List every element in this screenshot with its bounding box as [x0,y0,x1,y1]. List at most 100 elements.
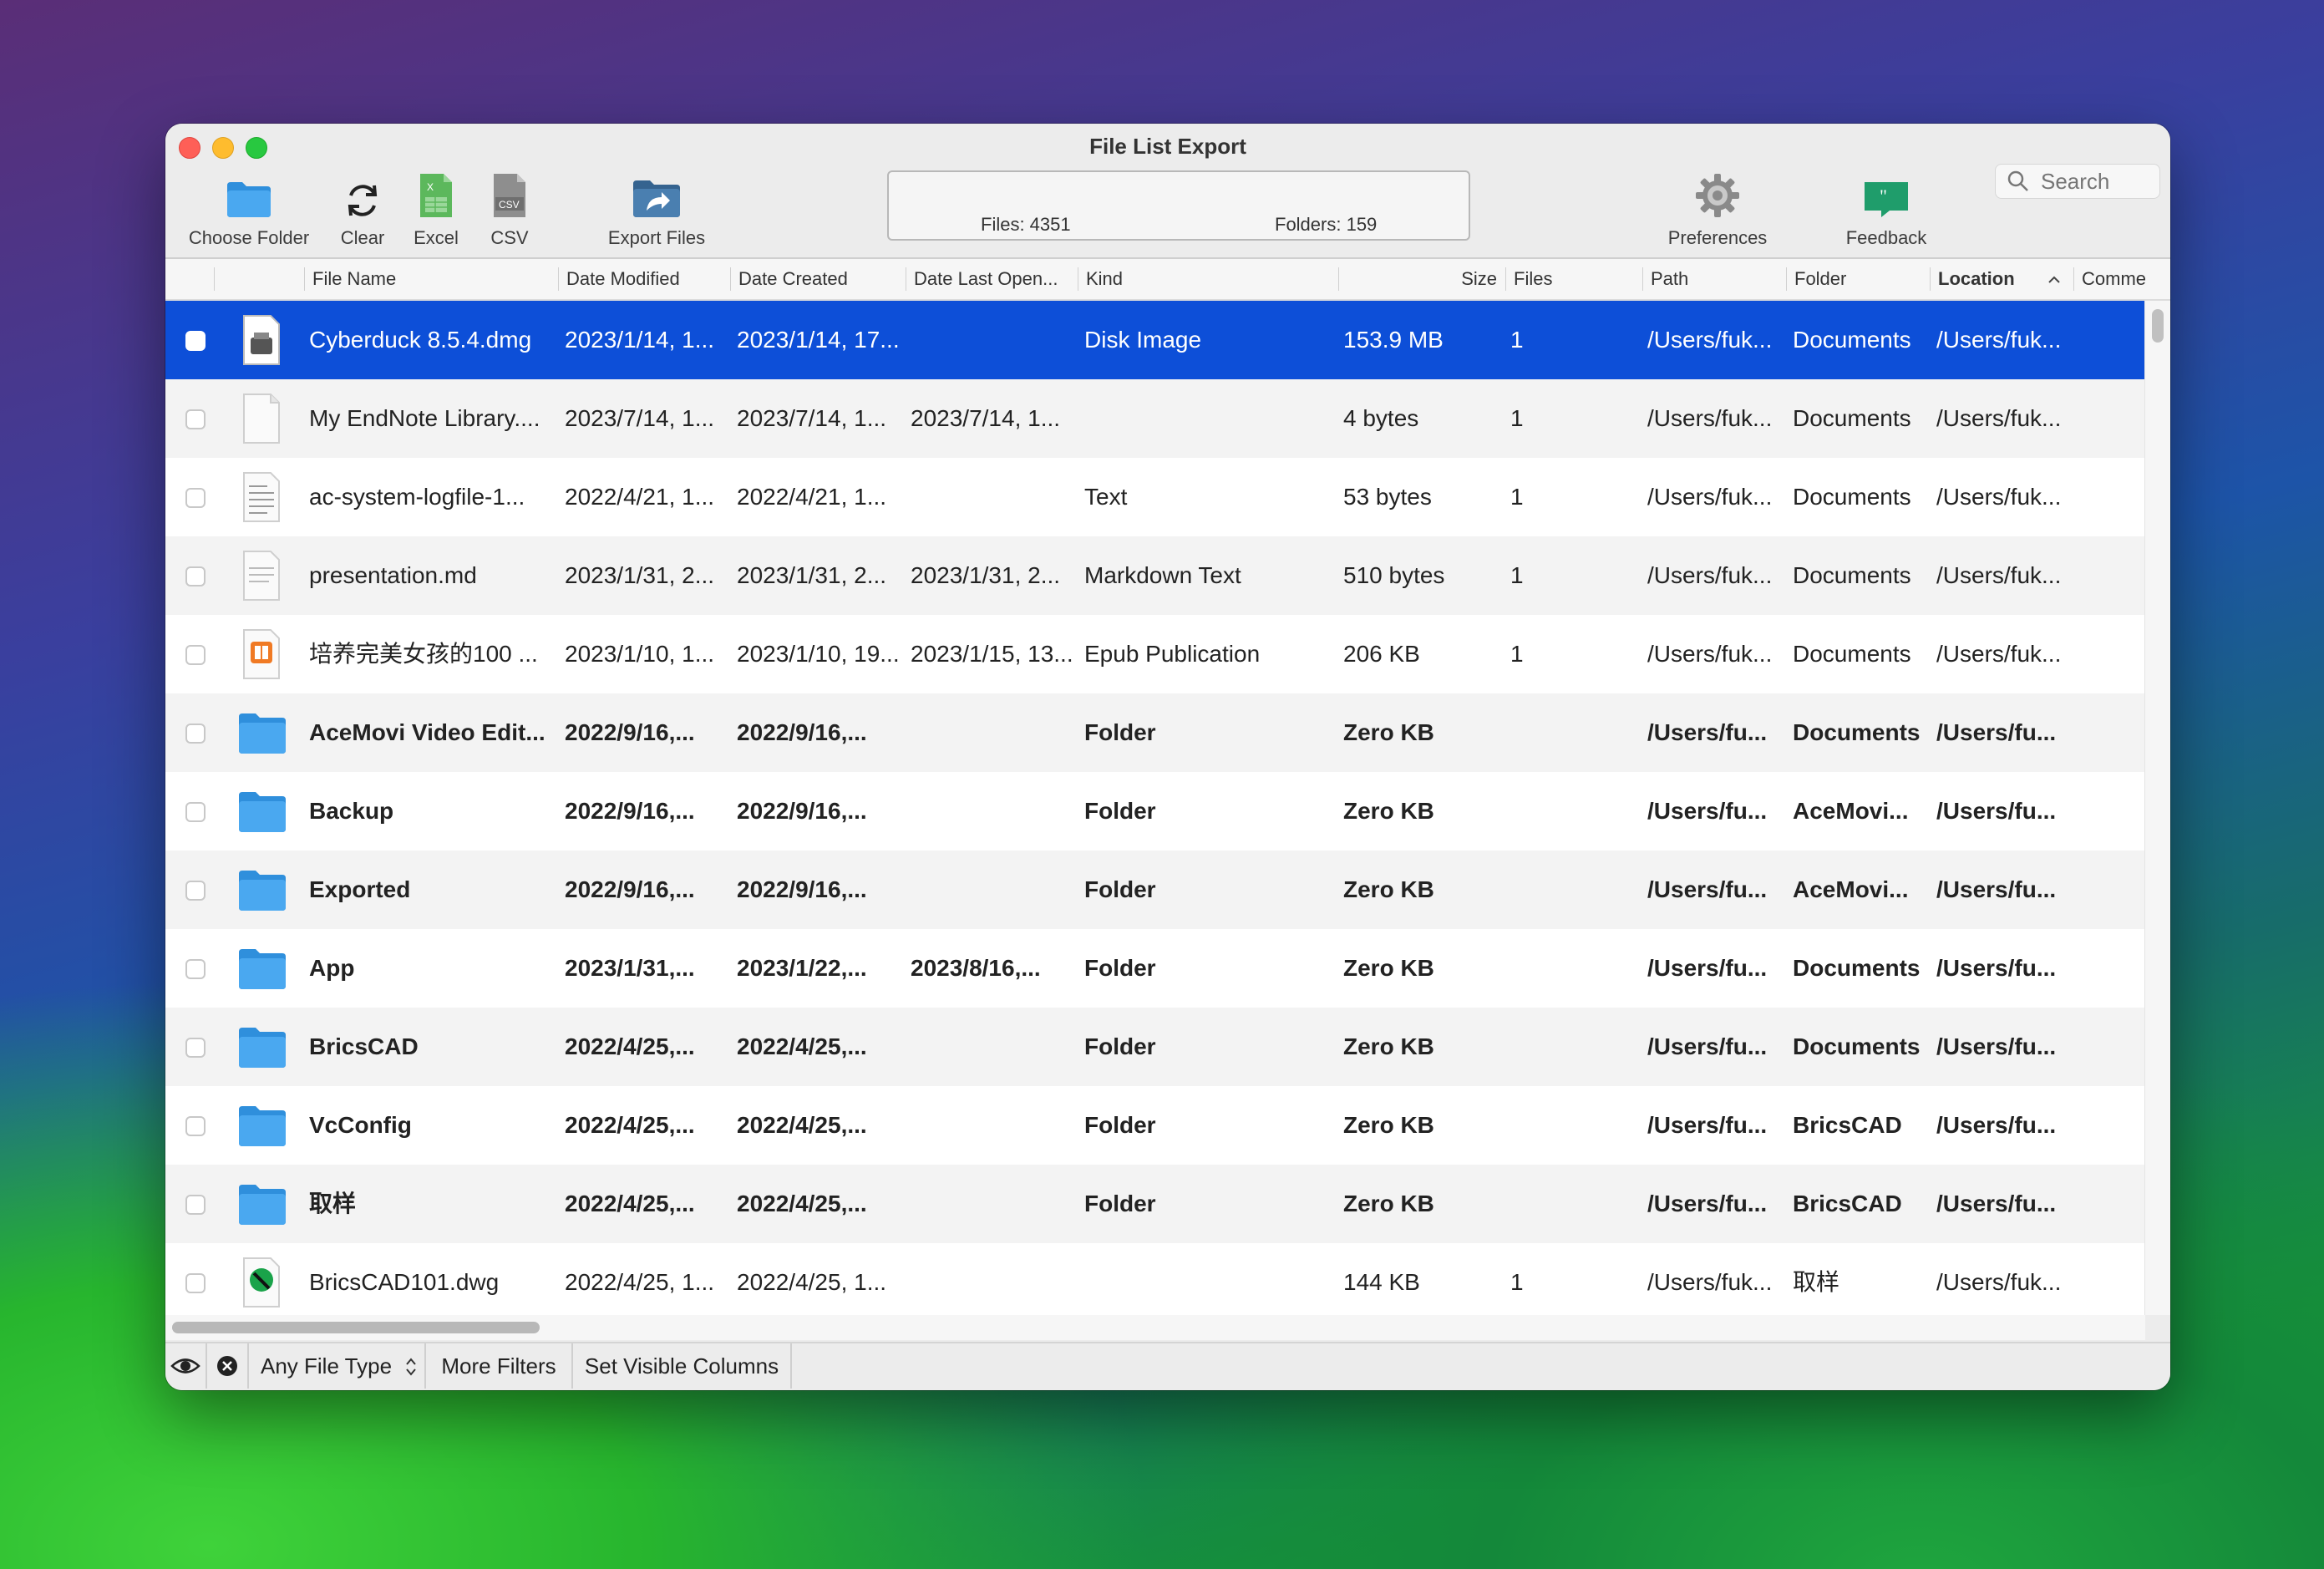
location-cell: /Users/fuk... [1936,1269,2062,1295]
path-cell: /Users/fuk... [1647,484,1773,510]
folder-icon [234,784,289,839]
file-type-select[interactable]: Any File Type [249,1343,426,1389]
choose-folder-button[interactable]: Choose Folder [185,170,312,249]
choose-folder-label: Choose Folder [188,227,310,248]
date-modified-cell: 2023/7/14, 1... [565,405,715,431]
csv-button[interactable]: CSV CSV [476,170,543,249]
location-cell: /Users/fu... [1936,955,2057,981]
date-last-opened-cell [911,1086,1074,1165]
date-modified-cell: 2022/4/25, 1... [565,1269,715,1295]
column-header-file-name[interactable]: File Name [312,259,471,299]
folder-icon [234,941,289,996]
folder-icon [234,1019,289,1074]
row-checkbox[interactable] [185,1273,206,1293]
column-header-size[interactable]: Size [1347,259,1497,299]
path-cell: /Users/fu... [1647,1112,1768,1138]
location-cell: /Users/fu... [1936,798,2057,824]
vertical-scroll-thumb[interactable] [2152,309,2164,343]
more-filters-button[interactable]: More Filters [426,1343,573,1389]
search-input[interactable] [2039,168,2156,195]
path-cell: /Users/fu... [1647,955,1768,981]
toggle-visibility-button[interactable] [165,1343,207,1389]
files-count-cell: 1 [1510,327,1524,353]
row-checkbox[interactable] [185,331,206,351]
table-row[interactable]: BricsCAD101.dwg 2022/4/25, 1... 2022/4/25,… [165,1243,2145,1315]
table-row[interactable]: App 2023/1/31,... 2023/1/22,... 2023/8/16,.… [165,929,2145,1008]
set-visible-columns-button[interactable]: Set Visible Columns [573,1343,792,1389]
preferences-button[interactable]: Preferences [1644,170,1791,249]
row-checkbox[interactable] [185,1195,206,1215]
feedback-button[interactable]: " Feedback [1828,170,1945,249]
date-last-opened-cell [911,458,1074,536]
blank-document-icon [234,391,289,446]
date-last-opened-cell [911,772,1074,851]
vertical-scrollbar[interactable] [2144,301,2170,1315]
row-checkbox[interactable] [185,1116,206,1136]
size-cell: Zero KB [1343,876,1434,902]
clear-button[interactable]: Clear [329,170,396,249]
feedback-label: Feedback [1845,227,1927,248]
horizontal-scrollbar[interactable] [165,1315,2145,1340]
date-last-opened-cell [911,1008,1074,1086]
date-last-opened-cell: 2023/7/14, 1... [911,405,1061,431]
table-row[interactable]: ac-system-logfile-1... 2022/4/21, 1... 202… [165,458,2145,536]
column-header-date-modified[interactable]: Date Modified [566,259,730,299]
column-header-date-created[interactable]: Date Created [738,259,906,299]
date-created-cell: 2023/1/10, 19... [737,641,900,667]
table-row[interactable]: Exported 2022/9/16,... 2022/9/16,... Folder… [165,851,2145,929]
date-modified-cell: 2022/4/25,... [565,1112,695,1138]
search-icon [2007,170,2028,191]
table-row[interactable]: 培养完美女孩的100 ... 2023/1/10, 1... 2023/1/10, … [165,615,2145,693]
row-checkbox[interactable] [185,1038,206,1058]
date-modified-cell: 2022/4/25,... [565,1191,695,1216]
table-row[interactable]: presentation.md 2023/1/31, 2... 2023/1/31,… [165,536,2145,615]
column-header-path[interactable]: Path [1651,259,1784,299]
date-created-cell: 2022/4/25,... [737,1191,867,1216]
row-checkbox[interactable] [185,409,206,429]
kind-cell: Markdown Text [1084,562,1241,588]
search-field[interactable] [1995,164,2160,199]
column-header-location[interactable]: Location [1938,259,2038,299]
date-modified-cell: 2022/9/16,... [565,719,695,745]
table-row[interactable]: AceMovi Video Edit... 2022/9/16,... 2022/9… [165,693,2145,772]
row-checkbox[interactable] [185,881,206,901]
excel-button[interactable]: X Excel [403,170,469,249]
chevron-updown-icon [406,1358,416,1376]
files-count-cell: 1 [1510,484,1524,510]
table-row[interactable]: BricsCAD 2022/4/25,... 2022/4/25,... Folder… [165,1008,2145,1086]
row-checkbox[interactable] [185,645,206,665]
location-cell: /Users/fu... [1936,719,2057,745]
column-header-date-last-opened[interactable]: Date Last Open... [914,259,1081,299]
files-count: Files: 4351 [981,214,1071,235]
file-name-cell: 培养完美女孩的100 ... [309,641,538,667]
svg-text:": " [1880,185,1887,206]
column-header-files[interactable]: Files [1514,259,1639,299]
row-checkbox[interactable] [185,802,206,822]
row-checkbox[interactable] [185,488,206,508]
folder-icon [234,1176,289,1231]
files-count-cell [1510,929,1636,1008]
column-header-folder[interactable]: Folder [1794,259,1928,299]
folder-icon [234,705,289,760]
column-header-comments[interactable]: Comme [2082,259,2145,299]
row-checkbox[interactable] [185,566,206,586]
row-checkbox[interactable] [185,724,206,744]
location-cell: /Users/fuk... [1936,327,2062,353]
files-count-cell: 1 [1510,1269,1524,1295]
location-cell: /Users/fuk... [1936,641,2062,667]
table-header: File Name Date Modified Date Created Dat… [165,259,2170,301]
date-created-cell: 2023/1/31, 2... [737,562,887,588]
column-header-kind[interactable]: Kind [1086,259,1253,299]
table-row[interactable]: Cyberduck 8.5.4.dmg 2023/1/14, 1... 2023/1… [165,301,2145,379]
folder-cell: Documents [1793,1033,1921,1059]
table-row[interactable]: 取样 2022/4/25,... 2022/4/25,... Folder Zero K… [165,1165,2145,1243]
refresh-icon [348,185,378,216]
row-checkbox[interactable] [185,959,206,979]
table-row[interactable]: Backup 2022/9/16,... 2022/9/16,... Folder Ze… [165,772,2145,851]
clear-filters-button[interactable] [207,1343,249,1389]
table-row[interactable]: VcConfig 2022/4/25,... 2022/4/25,... Folder… [165,1086,2145,1165]
horizontal-scroll-thumb[interactable] [172,1322,540,1333]
folder-icon [234,862,289,917]
table-row[interactable]: My EndNote Library.... 2023/7/14, 1... 202… [165,379,2145,458]
export-files-button[interactable]: Export Files [593,170,720,249]
